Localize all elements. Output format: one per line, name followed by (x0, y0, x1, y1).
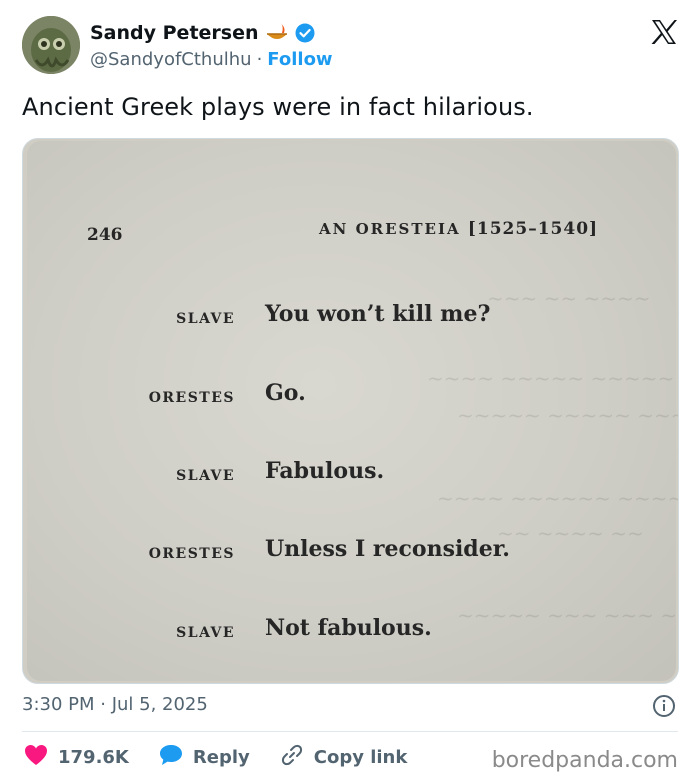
tweet-text: Ancient Greek plays were in fact hilario… (22, 93, 534, 121)
speaker-label: ORESTES (148, 390, 235, 406)
author-name-row: Sandy Petersen (90, 22, 315, 44)
tweet-card: Sandy Petersen @SandyofCthulhu · Follow (0, 0, 700, 784)
separator: · (256, 49, 263, 70)
author-handle-row: @SandyofCthulhu · Follow (90, 49, 333, 70)
verified-badge-icon (295, 23, 315, 43)
speaker-label: SLAVE (176, 625, 235, 641)
speaker-label: SLAVE (176, 468, 235, 484)
reply-label: Reply (192, 747, 250, 768)
like-count: 179.6K (58, 747, 129, 768)
dialogue-line: You won’t kill me? (265, 301, 491, 327)
copy-link-label: Copy link (313, 747, 408, 768)
speech-bubble-icon (159, 744, 183, 771)
follow-button[interactable]: Follow (267, 49, 332, 70)
page-number: 246 (87, 225, 123, 245)
dialogue-line: Fabulous. (265, 458, 385, 484)
link-icon (280, 743, 304, 772)
dialogue-line: Not fabulous. (265, 615, 432, 641)
speaker-label: SLAVE (176, 311, 235, 327)
divider (22, 731, 678, 732)
display-name[interactable]: Sandy Petersen (90, 22, 259, 44)
timestamp[interactable]: 3:30 PM · Jul 5, 2025 (22, 694, 208, 715)
handle[interactable]: @SandyofCthulhu (90, 49, 252, 70)
running-head-range: [1525–1540] (467, 219, 599, 239)
info-icon[interactable] (652, 694, 676, 718)
dialogue-line: Go. (265, 380, 306, 406)
bleed-through-text: ~~~~~ ~~~ ~~~ ~~ ~~~~~~ (457, 603, 678, 627)
watermark: boredpanda.com (491, 748, 678, 773)
avatar[interactable] (22, 16, 80, 74)
action-bar: 179.6K Reply Copy link (24, 743, 437, 772)
bleed-through-text: ~~~~~ ~~~~~ ~~~~ (457, 403, 678, 427)
bleed-through-text: ~~ ~~~~ ~~ (497, 521, 644, 545)
copy-link-button[interactable]: Copy link (280, 743, 408, 772)
heart-icon (24, 744, 48, 771)
bleed-through-text: ~~~~ ~~~~~~ ~~~~~~ ~~~~~ (437, 486, 678, 510)
speaker-label: ORESTES (148, 546, 235, 562)
tweet-image[interactable]: ~~~ ~~ ~~~~ ~~~~ ~~~~~ ~~~~~ ~~ ~~~ ~ ~~~… (22, 138, 679, 684)
bleed-through-text: ~~~ ~~ ~~~~ (487, 286, 651, 310)
oil-lamp-icon (265, 22, 289, 44)
running-head: AN ORESTEIA [1525–1540] (319, 219, 598, 239)
like-button[interactable]: 179.6K (24, 744, 129, 771)
running-head-title: AN ORESTEIA (319, 220, 461, 238)
book-page: ~~~ ~~ ~~~~ ~~~~ ~~~~~ ~~~~~ ~~ ~~~ ~ ~~~… (27, 141, 678, 681)
bleed-through-text: ~~~~ ~~~~~ ~~~~~ ~~ ~~~~ (427, 366, 678, 390)
reply-button[interactable]: Reply (159, 744, 250, 771)
dialogue-line: Unless I reconsider. (265, 536, 510, 562)
x-logo-icon[interactable] (650, 18, 678, 46)
